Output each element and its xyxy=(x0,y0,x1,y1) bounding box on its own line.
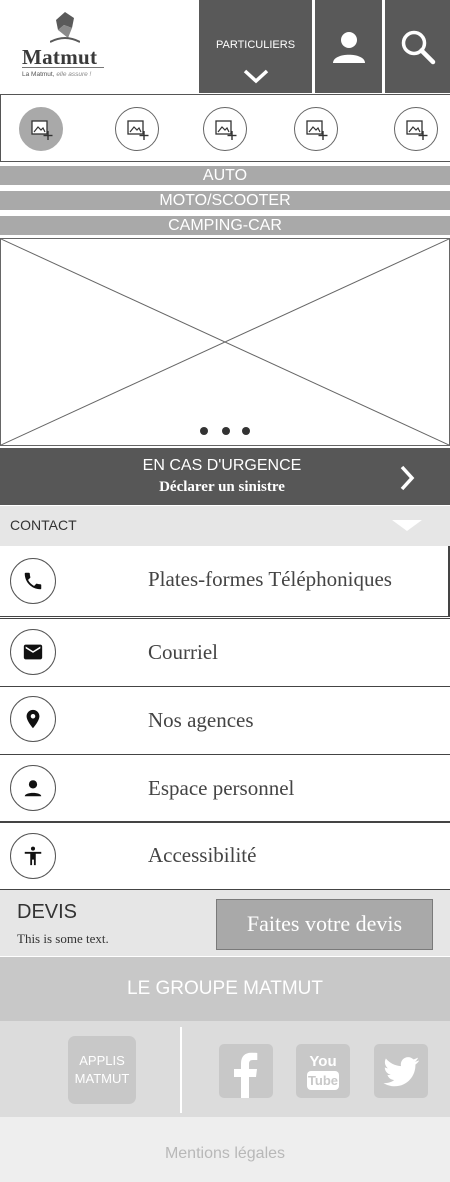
header: Matmut La Matmut, elle assure ! PARTICUL… xyxy=(0,0,450,93)
particuliers-label: PARTICULIERS xyxy=(215,39,296,51)
chevron-right-icon xyxy=(400,465,415,491)
search-icon xyxy=(401,30,435,64)
user-icon xyxy=(332,31,365,63)
contact-item-accessibilite[interactable]: Accessibilité xyxy=(0,822,450,889)
logo-mark-icon xyxy=(50,12,80,43)
matmut-logo[interactable]: Matmut La Matmut, elle assure ! xyxy=(0,0,198,93)
image-strip-item-3[interactable] xyxy=(203,107,247,151)
category-camping-car[interactable]: CAMPING-CAR xyxy=(0,216,450,235)
image-carousel[interactable] xyxy=(0,238,450,446)
particuliers-menu-button[interactable]: PARTICULIERS xyxy=(198,0,312,93)
contact-label: CONTACT xyxy=(10,517,77,533)
twitter-icon xyxy=(383,1057,419,1087)
facebook-link[interactable] xyxy=(219,1044,273,1098)
image-placeholder xyxy=(1,239,449,445)
faites-votre-devis-button[interactable]: Faites votre devis xyxy=(216,899,433,950)
contact-icon-circle xyxy=(10,833,56,879)
footer-divider xyxy=(180,1027,182,1113)
urgence-banner[interactable]: EN CAS D'URGENCE Déclarer un sinistre xyxy=(0,448,450,505)
accessibility-icon xyxy=(24,846,42,866)
devis-text: This is some text. xyxy=(17,931,109,946)
user-icon xyxy=(24,780,42,797)
carousel-dot-1[interactable] xyxy=(200,427,208,435)
chevron-down-icon xyxy=(243,69,269,84)
phone-icon xyxy=(24,572,42,590)
image-strip-item-5[interactable] xyxy=(394,107,438,151)
logo-underline xyxy=(22,67,104,68)
image-add-icon xyxy=(406,120,428,140)
location-pin-icon xyxy=(26,709,40,729)
account-button[interactable] xyxy=(314,0,382,93)
image-strip-item-2[interactable] xyxy=(115,107,159,151)
contact-item-courriel[interactable]: Courriel xyxy=(0,618,450,687)
image-icon-strip xyxy=(0,94,450,162)
image-add-icon xyxy=(306,120,328,140)
contact-item-espace-personnel[interactable]: Espace personnel xyxy=(0,755,450,822)
category-auto[interactable]: AUTO xyxy=(0,166,450,185)
contact-item-label: Plates-formes Téléphoniques xyxy=(148,567,392,591)
contact-item-label: Nos agences xyxy=(148,708,254,732)
youtube-you-text: You xyxy=(309,1053,336,1070)
carousel-dot-3[interactable] xyxy=(242,427,250,435)
facebook-icon xyxy=(234,1052,258,1098)
contact-item-label: Courriel xyxy=(148,640,218,664)
applis-matmut-button[interactable]: APPLIS MATMUT xyxy=(68,1036,136,1104)
logo-tagline: La Matmut, elle assure ! xyxy=(22,71,91,78)
carousel-dots xyxy=(200,427,252,435)
search-button[interactable] xyxy=(384,0,450,93)
carousel-dot-2[interactable] xyxy=(222,427,230,435)
image-strip-item-4[interactable] xyxy=(294,107,338,151)
devis-section: DEVIS This is some text. Faites votre de… xyxy=(0,889,450,956)
image-add-icon xyxy=(215,120,237,140)
image-add-icon xyxy=(127,120,149,140)
mentions-legales-link[interactable]: Mentions légales xyxy=(0,1117,450,1182)
applis-line-1: APPLIS xyxy=(79,1053,125,1068)
devis-title: DEVIS xyxy=(17,901,78,923)
image-strip-item-1[interactable] xyxy=(19,107,63,151)
groupe-matmut-link[interactable]: LE GROUPE MATMUT xyxy=(0,957,450,1021)
contact-icon-circle xyxy=(10,696,56,742)
urgence-title: EN CAS D'URGENCE xyxy=(142,457,302,474)
logo-tagline-italic: elle assure ! xyxy=(54,71,92,78)
applis-line-2: MATMUT xyxy=(74,1071,130,1086)
mail-icon xyxy=(23,644,43,660)
contact-icon-circle xyxy=(10,558,56,604)
contact-icon-circle xyxy=(10,629,56,675)
contact-header[interactable]: CONTACT xyxy=(0,506,450,546)
urgence-subtitle: Déclarer un sinistre xyxy=(159,479,285,495)
contact-item-label: Espace personnel xyxy=(148,776,295,800)
youtube-tube-text: Tube xyxy=(308,1073,338,1088)
triangle-down-icon xyxy=(392,520,422,531)
logo-tagline-plain: La Matmut, xyxy=(22,71,55,78)
twitter-link[interactable] xyxy=(374,1044,428,1098)
contact-item-agences[interactable]: Nos agences xyxy=(0,687,450,755)
category-moto-scooter[interactable]: MOTO/SCOOTER xyxy=(0,191,450,210)
youtube-icon: You Tube xyxy=(307,1053,339,1090)
image-add-icon xyxy=(31,120,53,140)
youtube-link[interactable]: You Tube xyxy=(296,1044,350,1098)
contact-item-label: Accessibilité xyxy=(148,843,257,867)
contact-item-telephone[interactable]: Plates-formes Téléphoniques xyxy=(0,546,450,617)
contact-icon-circle xyxy=(10,765,56,811)
